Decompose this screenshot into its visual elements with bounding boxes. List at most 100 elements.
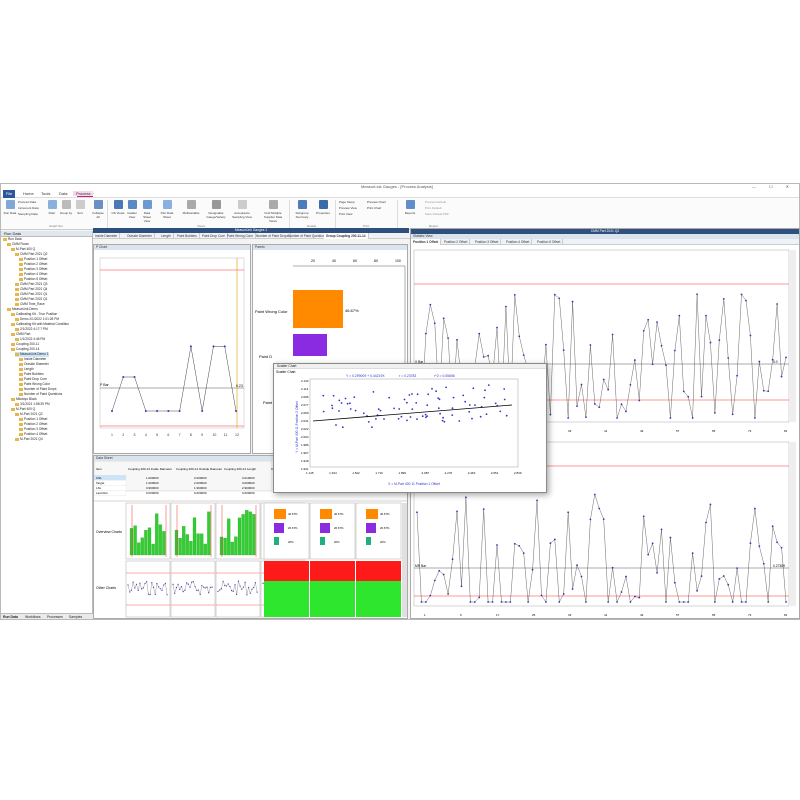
tab-position[interactable]: Position 5 Offset	[535, 239, 564, 245]
folder-icon	[15, 412, 19, 416]
x-tick: 65	[712, 429, 716, 433]
folder-icon	[19, 267, 23, 271]
pareto-tick: 20	[311, 259, 315, 263]
scatter-chart-window[interactable]: Scatter Chart Scatter Chart Y = 0.299009 …	[273, 363, 547, 493]
x-tick: 57	[676, 429, 680, 433]
data-sheet-view-button[interactable]: Data Sheet View	[140, 200, 154, 223]
acceptance-sampling-button[interactable]: Acceptance Sampling View	[231, 200, 253, 222]
tab-characteristic[interactable]: Length	[159, 233, 174, 239]
tab-characteristic[interactable]: Inside Diameter	[93, 233, 121, 239]
preview-default-item[interactable]: Preview Default	[425, 200, 446, 205]
scatter-point	[472, 387, 475, 390]
x-tick: 17	[496, 613, 500, 617]
multivariable-button[interactable]: Multivariable	[182, 200, 200, 222]
p-chart-point	[189, 345, 192, 348]
scatter-point	[427, 393, 430, 396]
tab-position[interactable]: Position 1 Offset	[411, 239, 442, 245]
run-data-button[interactable]: Run Data	[3, 200, 17, 222]
menu-home[interactable]: Home	[23, 191, 34, 196]
process-data-item[interactable]: Process Data	[18, 200, 36, 205]
mini-pareto-bar	[366, 537, 371, 545]
folder-icon	[7, 242, 11, 246]
histogram-bar	[155, 513, 159, 556]
reports-button[interactable]: Reports	[401, 200, 419, 222]
p-chart-xtick: 12	[235, 433, 239, 437]
scatter-point	[438, 398, 441, 401]
part-data-sheet-button[interactable]: Part Data Sheet	[160, 200, 174, 222]
regression-equation: Y = 0.299009 + 0.44219X	[346, 374, 385, 378]
tab-characteristic[interactable]: Paint Wrong Color	[225, 233, 256, 239]
scatter-ytick: 2.132	[301, 379, 309, 383]
tab-characteristic[interactable]: Paint Drop Cure	[200, 233, 228, 239]
sort-button[interactable]: Sort	[73, 200, 87, 222]
position-tabs: Position 1 Offset Position 2 Offset Positi…	[411, 239, 799, 245]
tree-item[interactable]: M-Part 2021 Q4	[15, 437, 43, 442]
tab-samples[interactable]: Samples	[69, 615, 82, 619]
scatter-point	[487, 384, 490, 386]
cadder-view-button[interactable]: Cadder View	[125, 200, 139, 222]
tree-item-label: CMM Part 2022 Q1	[20, 297, 48, 301]
scatter-point	[397, 417, 400, 420]
increment-data-item[interactable]: Increment Data	[18, 206, 39, 211]
sheet-cell: 0.990000	[146, 486, 159, 490]
x-tick: 1	[424, 613, 426, 617]
folder-icon	[11, 332, 15, 336]
tab-position[interactable]: Position 4 Offset	[504, 239, 533, 245]
scatter-point	[354, 409, 357, 412]
p-chart[interactable]: P Bar 0.231 2 3 4 5 6 7 8 9 10 11 12	[94, 250, 251, 454]
menu-data[interactable]: Data	[59, 191, 67, 196]
folder-icon	[19, 382, 23, 386]
tab-characteristic[interactable]: Outside Diameter	[125, 233, 155, 239]
properties-button[interactable]: Properties	[315, 200, 331, 222]
cd-views-button[interactable]: CD Views	[111, 200, 125, 222]
plot-area	[99, 257, 245, 429]
menu-file[interactable]: File	[3, 190, 15, 198]
sampling-data-item[interactable]: Sampling Data	[18, 212, 38, 217]
tab-workflows[interactable]: Workflows	[25, 615, 41, 619]
tab-position[interactable]: Position 3 Offset	[473, 239, 502, 245]
folder-icon	[11, 322, 15, 326]
folder-icon	[19, 417, 23, 421]
window-controls[interactable]: — ☐ ✕	[752, 184, 795, 189]
tab-processes[interactable]: Processes	[47, 615, 63, 619]
tree-item-label: CMM Part 2021 Q1	[20, 292, 48, 296]
subgroup-summary-button[interactable]: Subgroup Summary	[293, 200, 311, 222]
preview-view-item[interactable]: Preview View	[339, 206, 357, 211]
tree-item-label: Inside Diameter	[24, 357, 47, 361]
pareto-label: Paint	[263, 400, 273, 405]
p-chart-point	[156, 410, 159, 412]
tab-run-data[interactable]: Run Data	[3, 615, 18, 619]
save-pdf-item[interactable]: Save Default PDF	[425, 212, 449, 217]
folder-icon	[3, 237, 7, 241]
menu-tools[interactable]: Tools	[41, 191, 50, 196]
chart-center-value: 5.0	[773, 360, 778, 364]
tab-characteristic[interactable]: Number of Paint Questions	[286, 233, 330, 239]
scatter-chart[interactable]: Scatter Chart Y = 0.299009 + 0.44219X r = …	[274, 369, 546, 493]
sheet-col-header: Coupling 200-14 Inside Diameter	[128, 467, 172, 471]
tab-position[interactable]: Position 2 Offset	[442, 239, 471, 245]
print-default-item[interactable]: Print Default	[425, 206, 442, 211]
scatter-point	[494, 402, 497, 405]
mini-pareto-bar	[274, 523, 284, 533]
tab-characteristic[interactable]: Group Coupling 200-11-14	[324, 233, 369, 239]
p-chart-point	[144, 410, 147, 412]
p-chart-xtick: 6	[167, 433, 169, 437]
sort-icon	[75, 200, 85, 209]
print-view-item[interactable]: Print View	[339, 212, 352, 217]
group-by-button[interactable]: Group by	[59, 200, 73, 222]
filter-button[interactable]: Filter	[45, 200, 59, 222]
scatter-xtick: 1.710	[375, 471, 383, 475]
reports-icon	[405, 200, 415, 209]
scatter-point	[426, 404, 429, 407]
tab-characteristic[interactable]: Paint Bubbles	[175, 233, 200, 239]
collapse-all-button[interactable]: Collapse All	[91, 200, 105, 222]
preview-chart-item[interactable]: Preview Chart	[367, 200, 386, 205]
histogram-bar	[196, 533, 200, 556]
scrollbar	[789, 250, 796, 422]
page-setup-item[interactable]: Page Setup	[339, 200, 355, 205]
print-chart-item[interactable]: Print Chart	[367, 206, 381, 211]
p-chart-ylabel: P Bar	[100, 383, 110, 387]
find-multiple-button[interactable]: Find Multiple Supplier Data Views	[261, 200, 285, 223]
p-chart-xtick: 4	[145, 433, 147, 437]
designable-gauge-button[interactable]: Designable Gauge/Variety	[205, 200, 227, 222]
